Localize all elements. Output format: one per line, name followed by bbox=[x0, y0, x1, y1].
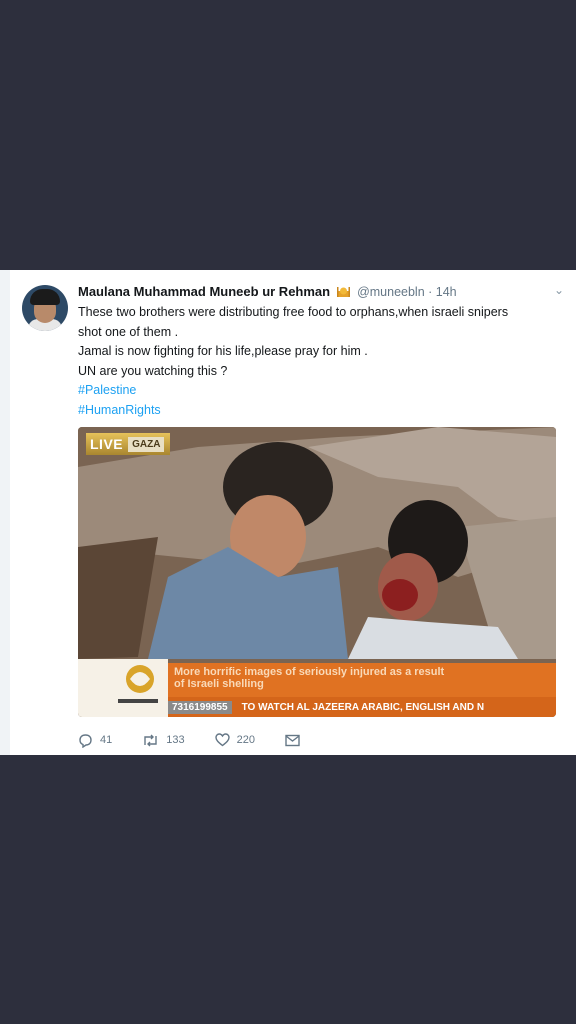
tweet-time[interactable]: 14h bbox=[436, 285, 457, 299]
ticker-crawl: 7316199855 TO WATCH AL JAZEERA ARABIC, E… bbox=[168, 697, 556, 717]
phone-number: 7316199855 bbox=[168, 700, 232, 714]
tweet-text-line: UN are you watching this ? bbox=[78, 363, 228, 378]
mosque-emoji-icon bbox=[336, 287, 350, 297]
news-ticker: More horrific images of seriously injure… bbox=[78, 659, 556, 717]
author-name[interactable]: Maulana Muhammad Muneeb ur Rehman bbox=[78, 284, 330, 299]
live-label: LIVE bbox=[90, 436, 124, 452]
tweet-text-line: Jamal is now fighting for his life,pleas… bbox=[78, 344, 368, 358]
tweet-card[interactable]: Maulana Muhammad Muneeb ur Rehman @munee… bbox=[0, 270, 576, 755]
ticker-headline: More horrific images of seriously injure… bbox=[168, 663, 556, 697]
retweet-count: 133 bbox=[166, 734, 185, 746]
tweet-text-line: shot one of them . bbox=[78, 324, 179, 339]
dm-button[interactable] bbox=[285, 734, 307, 747]
like-button[interactable]: 220 bbox=[214, 733, 255, 747]
ticker-headline-line: of Israeli shelling bbox=[174, 678, 264, 690]
like-icon bbox=[214, 733, 230, 747]
dm-icon bbox=[285, 734, 300, 746]
like-count: 220 bbox=[236, 734, 255, 746]
hashtag-link[interactable]: #Palestine bbox=[78, 381, 558, 401]
tweet-header: Maulana Muhammad Muneeb ur Rehman @munee… bbox=[78, 283, 570, 304]
reply-button[interactable]: 41 bbox=[78, 733, 112, 748]
retweet-button[interactable]: 133 bbox=[142, 733, 185, 748]
retweet-icon bbox=[144, 734, 157, 746]
tweet-text-line: These two brothers were distributing fre… bbox=[78, 305, 509, 319]
avatar[interactable] bbox=[22, 285, 68, 331]
al-jazeera-logo bbox=[78, 659, 168, 717]
reply-count: 41 bbox=[100, 734, 113, 746]
location-label: GAZA bbox=[128, 436, 165, 452]
reply-icon bbox=[79, 733, 92, 748]
left-rail bbox=[0, 270, 10, 755]
author-handle[interactable]: @muneebln bbox=[357, 285, 425, 299]
hashtag-link[interactable]: #HumanRights bbox=[78, 401, 558, 421]
tweet-actions: 41 133 220 bbox=[78, 730, 337, 750]
separator-dot: · bbox=[428, 285, 436, 299]
crawl-text: TO WATCH AL JAZEERA ARABIC, ENGLISH AND … bbox=[241, 701, 485, 713]
live-badge: LIVE GAZA bbox=[86, 433, 171, 455]
tweet-text: These two brothers were distributing fre… bbox=[78, 303, 558, 420]
media-image[interactable]: LIVE GAZA More horrific images of seriou… bbox=[78, 427, 556, 717]
chevron-down-icon[interactable]: ⌄ bbox=[554, 283, 564, 297]
ticker-headline-line: More horrific images of seriously injure… bbox=[174, 666, 445, 678]
